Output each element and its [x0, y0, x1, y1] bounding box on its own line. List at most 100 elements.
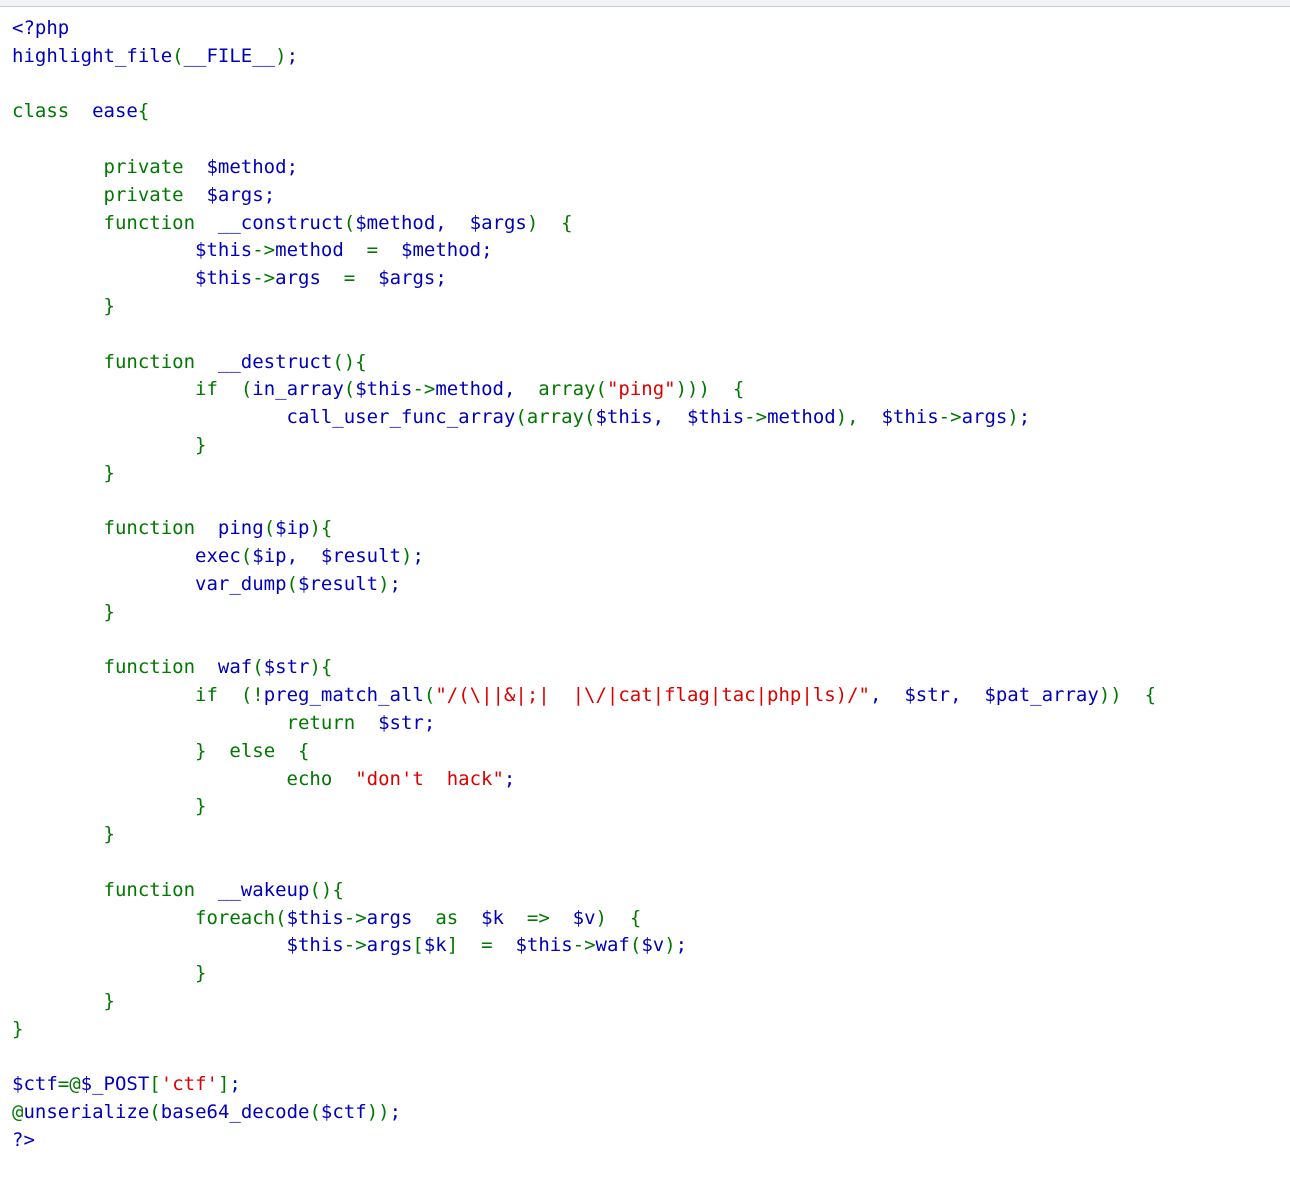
code-token-kw: { [732, 378, 745, 401]
code-token-def: exec [195, 545, 241, 568]
code-token-kw: if [195, 378, 218, 401]
code-token-def [607, 907, 630, 929]
code-token-kw: ] [446, 934, 459, 957]
code-token-def [12, 517, 104, 539]
code-line: $this->method = $method; [12, 239, 493, 261]
code-token-kw: -> [252, 239, 276, 262]
code-token-def [69, 100, 92, 122]
code-token-def: , [652, 406, 687, 429]
code-token-def [493, 934, 516, 956]
code-line: function waf($str){ [12, 656, 333, 679]
code-token-def: $this [515, 934, 573, 957]
code-token-def: ; [286, 44, 299, 67]
code-line: } [12, 434, 206, 456]
code-token-def: $k [423, 934, 447, 957]
code-token-kw: array [538, 378, 596, 401]
code-token-def [12, 156, 104, 178]
code-line: private $method; [12, 156, 299, 178]
code-token-def [12, 740, 195, 762]
code-token-def: in_array [252, 378, 344, 401]
code-token-kw: echo [286, 767, 333, 790]
code-token-kw: function [103, 878, 196, 901]
code-token-def: unserialize [23, 1101, 150, 1124]
code-token-def: __FILE__ [183, 44, 276, 67]
code-token-def: $ctf [12, 1073, 58, 1096]
code-token-def: $args [469, 211, 527, 234]
code-token-kw: = [343, 267, 356, 290]
code-line: highlight_file(__FILE__); [12, 45, 298, 67]
code-token-kw: ))) [675, 378, 710, 401]
code-token-kw: -> [744, 406, 768, 429]
code-token-def: base64_decode [160, 1101, 310, 1124]
code-token-def: ; [675, 934, 688, 957]
code-token-def: $this [595, 406, 653, 429]
code-token-kw: ) [595, 906, 607, 929]
code-token-kw: -> [572, 934, 596, 957]
code-token-def [12, 907, 195, 929]
code-token-kw: -> [938, 406, 962, 429]
code-token-kw: = [366, 239, 379, 262]
code-token-kw: ), [835, 406, 882, 429]
code-token-def: $this [286, 906, 344, 929]
code-token-def [12, 239, 195, 261]
code-token-kw: ( [240, 378, 253, 401]
code-token-def: $k [481, 906, 504, 929]
code-token-kw: -> [343, 906, 367, 929]
code-token-def [195, 517, 218, 539]
code-token-def [12, 573, 195, 595]
code-token-kw: ( [172, 44, 184, 67]
code-token-def: $this [686, 406, 745, 429]
code-token-kw: as [435, 906, 459, 929]
code-token-kw: { [137, 100, 150, 123]
code-token-def: , [503, 378, 539, 401]
code-token-def: ; [481, 239, 493, 262]
code-token-def [12, 295, 104, 317]
code-token-kw: ( [423, 684, 436, 707]
code-token-def [275, 740, 298, 762]
code-token-def: , [950, 684, 985, 707]
code-token-def: $ctf [320, 1101, 367, 1124]
code-token-kw: => [526, 906, 550, 929]
code-token-kw: else [229, 739, 276, 762]
php-source-code-listing: <?php highlight_file(__FILE__); class ea… [12, 15, 1290, 1155]
code-token-str: "ping" [606, 378, 676, 401]
code-line: $ctf=@$_POST['ctf']; [12, 1073, 241, 1095]
code-line: } [12, 295, 115, 317]
code-token-def: $v [572, 906, 596, 929]
code-token-kw: { [320, 517, 333, 540]
code-token-def [12, 462, 104, 484]
code-token-kw: ) [309, 517, 321, 540]
code-token-kw: } [103, 989, 115, 1012]
code-token-def: method [435, 378, 504, 401]
code-line: @unserialize(base64_decode($ctf)); [12, 1101, 401, 1123]
code-token-kw: @ [12, 1101, 24, 1124]
code-line: class ease{ [12, 100, 149, 122]
code-token-def: ease [92, 100, 138, 123]
code-token-def [378, 239, 401, 261]
code-token-def: $method [355, 211, 436, 234]
code-line: } [12, 990, 115, 1012]
code-token-def: <?php [12, 17, 70, 39]
code-token-def: __destruct [217, 350, 333, 373]
code-token-def [218, 684, 241, 706]
code-token-def: , [870, 684, 905, 707]
code-token-def [12, 684, 195, 706]
code-token-def: ; [503, 767, 516, 790]
code-token-kw: ( [252, 656, 264, 679]
code-line: call_user_func_array(array($this, $this-… [12, 406, 1031, 429]
code-token-kw: [ [149, 1073, 161, 1096]
code-token-def: $method [401, 239, 482, 262]
code-token-str: "don't hack" [355, 767, 504, 790]
code-token-def [710, 378, 733, 400]
code-line: function ping($ip){ [12, 517, 333, 540]
code-token-def: ; [389, 1101, 402, 1124]
code-token-str: "/(\||&|;| |\/|cat|flag|tac|php|ls)/" [435, 684, 870, 707]
code-token-kw: ( [629, 934, 642, 957]
code-token-def: waf [595, 934, 630, 957]
browser-top-chrome-strip [0, 0, 1290, 7]
code-token-kw: } [195, 739, 207, 762]
code-line: } [12, 601, 115, 623]
code-line: } [12, 1018, 23, 1040]
code-line: } else { [12, 740, 309, 762]
code-token-kw: function [103, 211, 196, 234]
